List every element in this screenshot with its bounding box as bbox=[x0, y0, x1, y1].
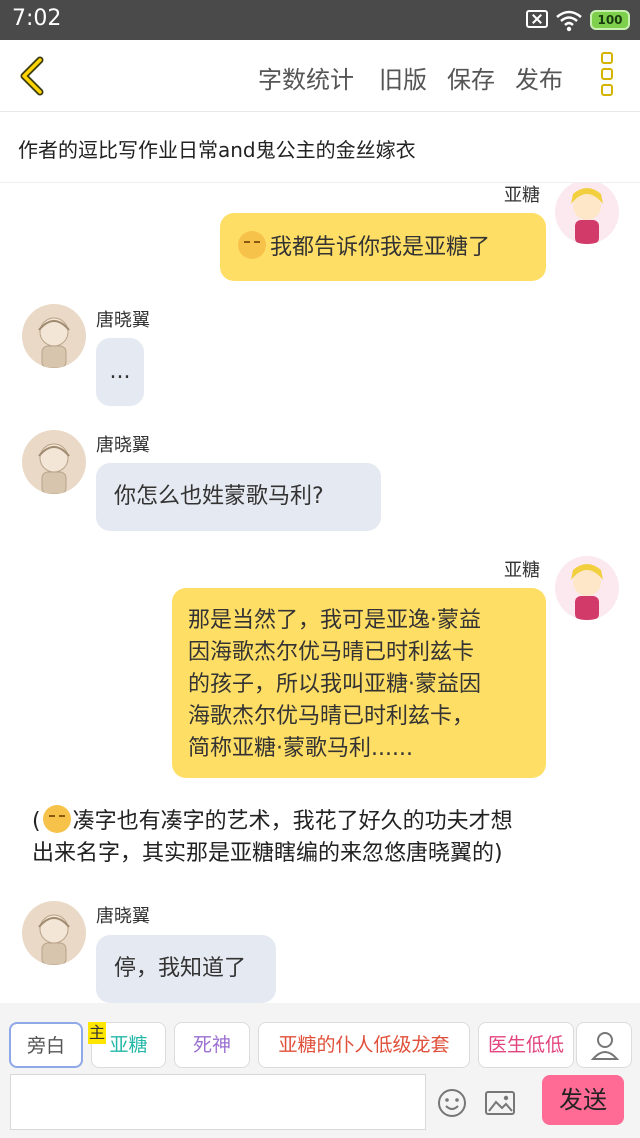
speaker-name: 唐晓翼 bbox=[96, 435, 150, 456]
wifi-icon bbox=[556, 10, 582, 32]
speaker-name: 唐晓翼 bbox=[96, 906, 150, 927]
message-text: ... bbox=[109, 359, 131, 384]
narration-text: 凑字也有凑字的艺术，我花了好久的功夫才想 bbox=[72, 809, 513, 834]
speaker-name: 亚糖 bbox=[504, 185, 540, 206]
story-title-bar[interactable]: 作者的逗比写作业日常and鬼公主的金丝嫁衣 bbox=[0, 113, 640, 183]
avatar[interactable] bbox=[555, 556, 619, 620]
message-text: 停，我知道了 bbox=[114, 956, 247, 981]
message-bubble[interactable]: 你怎么也姓蒙歌马利? bbox=[96, 463, 381, 531]
grin-emoji-icon bbox=[42, 805, 71, 833]
message-line: 因海歌杰尔优马晴已时利兹卡 bbox=[188, 640, 475, 665]
back-arrow-icon[interactable] bbox=[16, 54, 48, 98]
speaker-name: 唐晓翼 bbox=[96, 310, 150, 331]
message-line: 那是当然了，我可是亚逸·蒙益 bbox=[188, 608, 481, 633]
avatar[interactable] bbox=[22, 304, 86, 368]
send-button[interactable]: 发送 bbox=[542, 1075, 624, 1125]
character-chip-narrator[interactable]: 旁白 bbox=[9, 1022, 83, 1068]
message-bubble[interactable]: 那是当然了，我可是亚逸·蒙益 因海歌杰尔优马晴已时利兹卡 的孩子，所以我叫亚糖·… bbox=[172, 588, 546, 778]
message-text: 你怎么也姓蒙歌马利? bbox=[114, 484, 324, 509]
no-sim-icon bbox=[526, 10, 548, 28]
message-bubble[interactable]: ... bbox=[96, 338, 144, 406]
message-line: 简称亚糖·蒙歌马利...... bbox=[188, 736, 413, 761]
narration-text: ( bbox=[32, 809, 41, 834]
story-title: 作者的逗比写作业日常and鬼公主的金丝嫁衣 bbox=[18, 138, 416, 162]
message-input[interactable] bbox=[10, 1074, 426, 1130]
speaker-name: 亚糖 bbox=[504, 560, 540, 581]
message-line: 海歌杰尔优马晴已时利兹卡， bbox=[188, 704, 475, 729]
avatar[interactable] bbox=[555, 183, 619, 244]
input-bar: 发送 bbox=[0, 1069, 640, 1138]
chat-area[interactable]: 亚糖 我都告诉你我是亚糖了 唐晓翼 ... 唐晓翼 你怎么也姓蒙歌马利? 亚糖 … bbox=[0, 183, 640, 1003]
battery-icon: 100 bbox=[590, 10, 630, 30]
app-root: 7:02 100 字数统计 旧版 保存 发布 作者的逗比写作业日常and鬼公主的… bbox=[0, 0, 640, 1138]
character-chip-doctor[interactable]: 医生低低 bbox=[478, 1022, 574, 1068]
message-line: 的孩子，所以我叫亚糖·蒙益因 bbox=[188, 672, 481, 697]
unamused-emoji-icon bbox=[238, 231, 266, 259]
message-bubble[interactable]: 停，我知道了 bbox=[96, 935, 276, 1003]
avatar[interactable] bbox=[22, 430, 86, 494]
top-toolbar: 字数统计 旧版 保存 发布 bbox=[0, 40, 640, 112]
character-chip-servant[interactable]: 亚糖的仆人低级龙套 bbox=[258, 1022, 470, 1068]
person-icon bbox=[590, 1032, 620, 1060]
status-time: 7:02 bbox=[12, 6, 62, 31]
status-bar: 7:02 100 bbox=[0, 0, 640, 40]
character-chip-reaper[interactable]: 死神 bbox=[174, 1022, 250, 1068]
word-count-button[interactable]: 字数统计 bbox=[258, 60, 354, 95]
main-character-badge: 主 bbox=[88, 1022, 106, 1044]
old-version-button[interactable]: 旧版 bbox=[379, 60, 427, 95]
more-menu-icon[interactable] bbox=[596, 52, 618, 100]
emoji-picker-icon[interactable] bbox=[436, 1087, 468, 1119]
add-character-button[interactable] bbox=[576, 1022, 632, 1068]
narration-text: 出来名字，其实那是亚糖瞎编的来忽悠唐晓翼的) bbox=[32, 841, 503, 866]
publish-button[interactable]: 发布 bbox=[515, 60, 563, 95]
save-button[interactable]: 保存 bbox=[447, 60, 495, 95]
narration-block[interactable]: ( 凑字也有凑字的艺术，我花了好久的功夫才想 出来名字，其实那是亚糖瞎编的来忽悠唐… bbox=[32, 805, 602, 870]
image-picker-icon[interactable] bbox=[484, 1087, 516, 1119]
message-bubble[interactable]: 我都告诉你我是亚糖了 bbox=[220, 213, 546, 281]
message-text: 我都告诉你我是亚糖了 bbox=[270, 235, 491, 260]
avatar[interactable] bbox=[22, 901, 86, 965]
